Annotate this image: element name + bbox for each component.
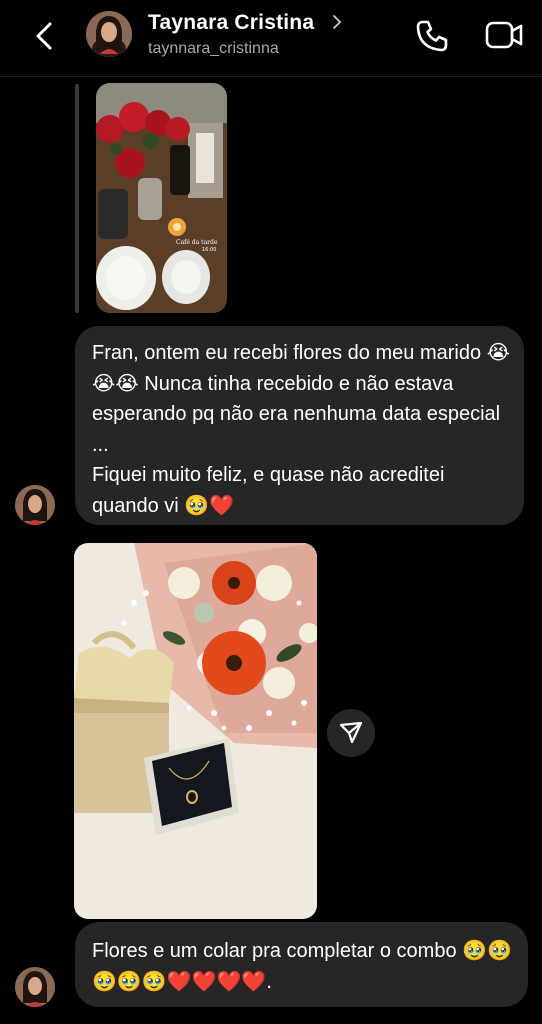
back-arrow-icon[interactable] bbox=[28, 18, 62, 54]
story-reply-indicator bbox=[75, 84, 79, 313]
message-bubble[interactable]: Fran, ontem eu recebi flores do meu mari… bbox=[75, 326, 524, 525]
video-camera-icon[interactable] bbox=[484, 18, 524, 52]
send-icon bbox=[339, 721, 363, 744]
photo-message[interactable] bbox=[74, 543, 317, 919]
story-caption: Café da tarde bbox=[176, 239, 218, 246]
contact-avatar[interactable] bbox=[86, 11, 132, 57]
chat-header: Taynara Cristina taynnara_cristinna bbox=[0, 0, 542, 77]
message-text: Fran, ontem eu recebi flores do meu mari… bbox=[92, 342, 510, 517]
share-button[interactable] bbox=[327, 709, 375, 757]
contact-username: taynnara_cristinna bbox=[148, 40, 279, 57]
phone-icon[interactable] bbox=[414, 18, 450, 54]
message-bubble[interactable]: Flores e um colar pra completar o combo … bbox=[75, 922, 528, 1007]
message-text: Flores e um colar pra completar o combo … bbox=[92, 940, 512, 993]
story-image[interactable]: Café da tarde 16:00 bbox=[96, 83, 227, 313]
sender-avatar[interactable] bbox=[15, 485, 55, 525]
story-subcaption: 16:00 bbox=[202, 247, 216, 253]
contact-name[interactable]: Taynara Cristina bbox=[148, 11, 314, 35]
sender-avatar[interactable] bbox=[15, 967, 55, 1007]
chevron-right-icon[interactable] bbox=[330, 12, 344, 32]
